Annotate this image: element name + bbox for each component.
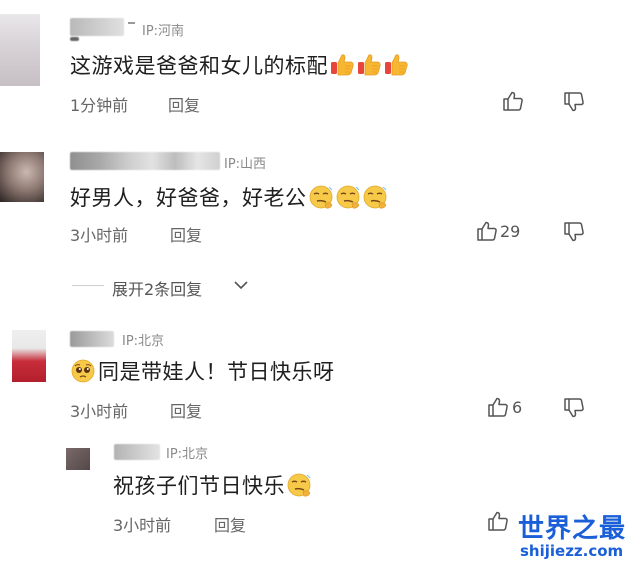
ip-location: IP:山西 <box>224 157 267 172</box>
like-icon[interactable] <box>476 220 498 242</box>
avatar[interactable] <box>0 152 44 202</box>
divider <box>72 285 104 286</box>
avatar[interactable] <box>0 14 40 86</box>
like-count: 6 <box>512 398 523 417</box>
smirk-emoji <box>362 184 388 210</box>
thumbs-up-emoji <box>356 52 382 78</box>
comment-time: 3小时前 <box>70 226 129 245</box>
watermark-url: shijiezz.com <box>520 542 624 560</box>
like-icon[interactable] <box>502 90 524 112</box>
watermark-title: 世界之最 <box>518 514 627 544</box>
reply-button[interactable]: 回复 <box>170 222 202 246</box>
avatar[interactable] <box>12 330 46 382</box>
expand-replies-button[interactable]: 展开2条回复 <box>112 276 202 300</box>
smirk-emoji <box>335 184 361 210</box>
smirk-emoji <box>286 472 312 498</box>
comment-time: 1分钟前 <box>70 96 129 115</box>
comment-text: 好男人，好爸爸，好老公 <box>70 182 388 212</box>
username-fragment <box>70 37 79 41</box>
comment-text: 这游戏是爸爸和女儿的标配 <box>70 50 409 80</box>
reply-button[interactable]: 回复 <box>170 398 202 422</box>
thumbs-up-emoji <box>329 52 355 78</box>
avatar[interactable] <box>66 448 90 470</box>
ip-location: IP:北京 <box>166 447 209 462</box>
smirk-emoji <box>308 184 334 210</box>
dislike-icon[interactable] <box>563 397 585 419</box>
username[interactable] <box>114 444 160 460</box>
chevron-down-icon[interactable] <box>234 280 248 290</box>
comment-text: 祝孩子们节日快乐 <box>113 470 312 500</box>
comment-time: 3小时前 <box>113 516 172 535</box>
username[interactable] <box>70 18 124 36</box>
like-icon[interactable] <box>487 510 509 532</box>
comment-time: 3小时前 <box>70 402 129 421</box>
username[interactable] <box>70 331 114 347</box>
reply-button[interactable]: 回复 <box>214 512 246 536</box>
ip-location: IP:北京 <box>122 334 165 349</box>
like-count: 29 <box>500 222 521 241</box>
thumbs-up-emoji <box>383 52 409 78</box>
comment-text: 同是带娃人！节日快乐呀 <box>70 356 335 386</box>
dislike-icon[interactable] <box>563 221 585 243</box>
separator-dash <box>128 22 135 24</box>
comment-body: 同是带娃人！节日快乐呀 <box>98 360 335 384</box>
dislike-icon[interactable] <box>563 91 585 113</box>
pleading-face-emoji <box>70 358 96 384</box>
comment-body: 好男人，好爸爸，好老公 <box>70 186 307 210</box>
username[interactable] <box>70 152 220 170</box>
comment-body: 这游戏是爸爸和女儿的标配 <box>70 54 328 78</box>
like-icon[interactable] <box>487 396 509 418</box>
ip-location: IP:河南 <box>142 24 185 39</box>
comment-body: 祝孩子们节日快乐 <box>113 474 285 498</box>
reply-button[interactable]: 回复 <box>168 92 200 116</box>
